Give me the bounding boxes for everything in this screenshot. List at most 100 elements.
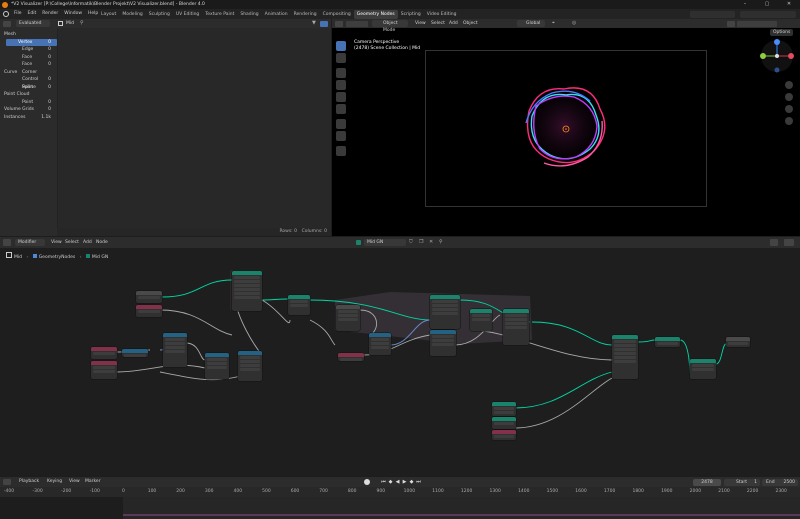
node-set-material[interactable] — [612, 335, 638, 379]
pan-hand-icon[interactable] — [785, 93, 793, 101]
object-mode-select[interactable]: Object Mode — [372, 20, 408, 33]
proportional-edit-icon[interactable]: ◎ — [572, 20, 576, 27]
menu-render[interactable]: Render — [39, 9, 61, 18]
blender-menu-icon[interactable] — [3, 11, 9, 17]
tab-texture-paint[interactable]: Texture Paint — [202, 10, 237, 19]
node-realize-instances[interactable] — [503, 309, 529, 345]
jump-end-icon[interactable]: ⏭ — [415, 478, 422, 486]
end-frame-field[interactable]: End 2500 — [762, 478, 798, 486]
node-join-geometry[interactable] — [288, 295, 310, 315]
tree-item-control-point[interactable]: Control Point 0 — [0, 76, 57, 90]
node-input-value-b[interactable] — [91, 347, 117, 359]
play-reverse-icon[interactable]: ◀ — [394, 478, 401, 486]
menu-file[interactable]: File — [11, 9, 25, 18]
tab-animation[interactable]: Animation — [262, 10, 291, 19]
tree-item-point[interactable]: Point 0 — [0, 99, 57, 107]
viewport-menu-select[interactable]: Select — [428, 19, 448, 28]
timeline-menu-view[interactable]: View — [66, 477, 83, 486]
tab-geometry-nodes[interactable]: Geometry Nodes — [353, 9, 398, 19]
close-window-button[interactable]: ✕ — [779, 0, 799, 9]
rotate-tool[interactable] — [336, 80, 346, 90]
viewport-menu-object[interactable]: Object — [460, 19, 481, 28]
viewport-editor-type-icon[interactable] — [335, 20, 343, 27]
transform-tool[interactable] — [336, 104, 346, 114]
transform-orientation-select[interactable]: Global — [517, 20, 545, 27]
overlay-toggle-icon[interactable] — [727, 20, 735, 27]
tab-modeling[interactable]: Modeling — [119, 10, 145, 19]
tree-item-edge[interactable]: Edge 0 — [0, 46, 57, 54]
add-cube-tool[interactable] — [336, 146, 346, 156]
node-object-info[interactable] — [91, 361, 117, 379]
tab-uv-editing[interactable]: UV Editing — [173, 10, 202, 19]
navigation-gizmo[interactable] — [757, 36, 797, 76]
node-geometry-transform[interactable] — [232, 271, 262, 311]
tab-shading[interactable]: Shading — [237, 10, 261, 19]
node-combine-xyz[interactable] — [205, 353, 229, 379]
selected-only-toggle[interactable] — [320, 20, 328, 27]
tab-scripting[interactable]: Scripting — [398, 10, 424, 19]
tab-compositing[interactable]: Compositing — [320, 10, 354, 19]
node-input-material[interactable] — [492, 430, 516, 440]
viewport-shading-icons[interactable] — [737, 20, 777, 27]
visualizer-object[interactable] — [504, 71, 624, 181]
node-transform-geometry[interactable] — [655, 337, 680, 347]
zoom-icon[interactable] — [785, 81, 793, 89]
timeline-ruler[interactable]: -400 -300 -200 -100 0 100 200 300 400 50… — [0, 489, 800, 496]
evaluation-mode-select[interactable]: Evaluated — [16, 20, 50, 27]
maximize-button[interactable]: ▢ — [757, 0, 777, 9]
node-set-position[interactable] — [369, 333, 391, 355]
perspective-toggle-icon[interactable] — [785, 117, 793, 125]
timeline-menu-playback[interactable]: Playback — [16, 477, 42, 486]
node-vector-math[interactable] — [122, 349, 148, 357]
timeline-editor-type-icon[interactable] — [3, 479, 11, 485]
current-frame-field[interactable]: 2478 — [693, 478, 721, 486]
pin-icon[interactable]: ⚲ — [80, 20, 84, 27]
node-input-value-c[interactable] — [338, 353, 364, 361]
node-math-compare[interactable] — [163, 333, 187, 367]
node-float-curve[interactable] — [430, 330, 456, 356]
minimize-button[interactable]: – — [735, 0, 755, 9]
scene-selector[interactable] — [690, 10, 735, 18]
timeline-menu-keying[interactable]: Keying — [44, 477, 65, 486]
tree-item-point-cloud[interactable]: Point Cloud — [0, 91, 57, 99]
timeline-menu-marker[interactable]: Marker — [82, 477, 104, 486]
node-noise-texture[interactable] — [430, 295, 460, 329]
move-tool[interactable] — [336, 68, 346, 78]
tab-video-editing[interactable]: Video Editing — [424, 10, 460, 19]
node-curve-circle[interactable] — [336, 305, 360, 331]
menu-edit[interactable]: Edit — [25, 9, 40, 18]
node-instance-on-points[interactable] — [470, 309, 492, 331]
spreadsheet-editor-type-icon[interactable] — [3, 20, 11, 27]
tree-item-spline[interactable]: Spline 0 — [0, 84, 57, 92]
node-curve-to-mesh[interactable] — [492, 417, 516, 429]
start-frame-field[interactable]: Start 1 — [724, 478, 760, 486]
view-layer-selector[interactable] — [740, 10, 796, 18]
jump-start-icon[interactable]: ⏮ — [380, 478, 387, 486]
node-group-output[interactable] — [726, 337, 750, 347]
viewport-menu-add[interactable]: Add — [446, 19, 461, 28]
cursor-tool[interactable] — [336, 53, 346, 63]
node-input-value-a[interactable] — [136, 305, 162, 317]
annotate-tool[interactable] — [336, 119, 346, 129]
node-group-input[interactable] — [136, 291, 162, 303]
scale-tool[interactable] — [336, 92, 346, 102]
node-map-range[interactable] — [238, 351, 262, 381]
next-keyframe-icon[interactable]: ◆ — [408, 478, 415, 486]
viewport-3d[interactable]: Object Mode View Select Add Object Globa… — [332, 19, 800, 236]
measure-tool[interactable] — [336, 131, 346, 141]
timeline-scrubber-bar[interactable] — [123, 514, 800, 516]
tree-item-mesh[interactable]: Mesh — [0, 31, 57, 39]
camera-view-icon[interactable] — [785, 105, 793, 113]
tree-item-volume-grids[interactable]: Volume Grids 0 — [0, 106, 57, 114]
menu-window[interactable]: Window — [61, 9, 85, 18]
prev-keyframe-icon[interactable]: ◆ — [387, 478, 394, 486]
tree-item-instances[interactable]: Instances 1.1k — [0, 114, 57, 122]
select-box-tool[interactable] — [336, 41, 346, 51]
viewport-options-button[interactable]: Options — [770, 29, 794, 36]
play-icon[interactable]: ▶ — [401, 478, 408, 486]
tab-rendering[interactable]: Rendering — [291, 10, 320, 19]
tab-sculpting[interactable]: Sculpting — [146, 10, 173, 19]
snap-icon[interactable]: ⌖ — [552, 20, 555, 27]
viewport-menu-view[interactable]: View — [412, 19, 429, 28]
select-mode-icons[interactable] — [346, 20, 368, 27]
